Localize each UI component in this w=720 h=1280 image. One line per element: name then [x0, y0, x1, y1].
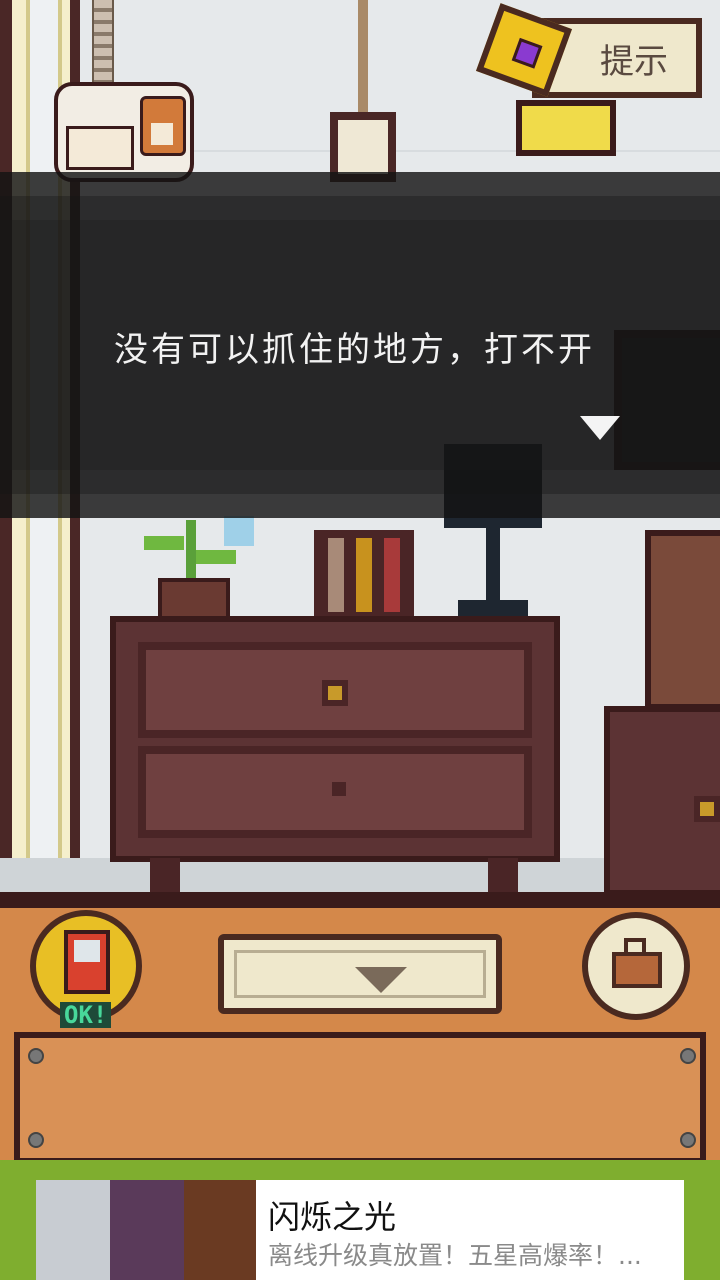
look-down-button-inner — [234, 950, 486, 998]
flower — [224, 516, 254, 546]
book — [384, 538, 400, 612]
shiba-dog-graphic — [140, 96, 186, 156]
inventory-plank[interactable] — [14, 1032, 706, 1164]
ad-description: 离线升级真放置！五星高爆率！... — [268, 1241, 642, 1270]
ad-thumbnail — [110, 1180, 184, 1280]
capsule-machine-button[interactable]: OK! — [30, 910, 142, 1028]
keychain-charm[interactable] — [54, 82, 194, 182]
cabinet-knob — [694, 796, 720, 822]
hint-label: 提示 — [600, 42, 668, 82]
dialog-next-arrow-icon[interactable] — [580, 416, 620, 440]
yellow-hanging-lamp[interactable] — [516, 100, 616, 156]
inventory-bag-button[interactable] — [582, 912, 690, 1020]
capsule-ok-badge: OK! — [60, 1002, 112, 1028]
down-arrow-icon — [355, 967, 407, 993]
ad-thumbnail — [184, 1180, 256, 1280]
side-shelf[interactable] — [645, 530, 720, 710]
screw-icon — [680, 1048, 696, 1064]
capsule-glass — [74, 940, 100, 962]
ad-banner[interactable]: 闪烁之光 离线升级真放置！五星高爆率！... — [36, 1180, 684, 1280]
dog-belly — [151, 123, 173, 145]
lamp-cord — [358, 0, 368, 118]
capsule-machine-icon — [64, 930, 110, 994]
keychain-chain — [92, 0, 114, 90]
plant-stem — [186, 520, 196, 580]
bag-icon — [612, 952, 662, 988]
gem-icon — [511, 37, 543, 69]
screw-icon — [28, 1132, 44, 1148]
dresser-leg — [488, 858, 518, 894]
book-stack[interactable] — [314, 530, 414, 620]
drawer-knob — [322, 680, 348, 706]
dresser-drawer-top[interactable] — [138, 642, 532, 738]
book — [356, 538, 372, 612]
book — [328, 538, 344, 612]
bottom-panel-edge — [0, 892, 720, 908]
ad-title: 闪烁之光 — [268, 1198, 397, 1236]
bag-handle — [624, 938, 646, 952]
standing-lamp-pole — [486, 528, 500, 608]
plant-leaf — [196, 550, 236, 564]
ad-thumbnail — [36, 1180, 110, 1280]
screw-icon — [680, 1132, 696, 1148]
plant-leaf — [144, 536, 184, 550]
dresser-leg — [150, 858, 180, 894]
screw-icon — [28, 1048, 44, 1064]
side-cabinet[interactable] — [604, 706, 720, 896]
plant-pot[interactable] — [158, 578, 230, 620]
drawer-knob-missing — [332, 782, 346, 796]
dresser — [110, 616, 560, 862]
dialog-message: 没有可以抓住的地方，打不开 — [114, 330, 595, 370]
look-down-button[interactable] — [218, 934, 502, 1014]
mini-desk-graphic — [66, 126, 134, 170]
dresser-drawer-bottom[interactable] — [138, 746, 532, 838]
